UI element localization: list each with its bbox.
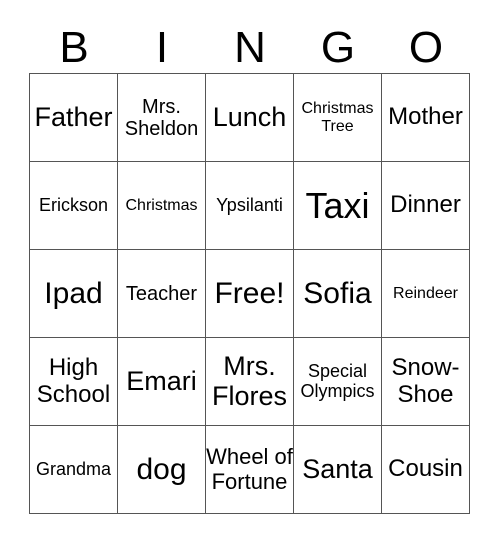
bingo-header: B I N G O: [30, 22, 470, 74]
header-letter-n: N: [234, 23, 266, 72]
bingo-cell[interactable]: Sofia: [293, 249, 382, 338]
bingo-cell[interactable]: Father: [29, 73, 118, 162]
bingo-cell[interactable]: Christmas: [117, 161, 206, 250]
bingo-cell[interactable]: Christmas Tree: [293, 73, 382, 162]
bingo-cell[interactable]: Lunch: [205, 73, 294, 162]
bingo-cell[interactable]: Reindeer: [381, 249, 470, 338]
bingo-cell[interactable]: Mrs. Sheldon: [117, 73, 206, 162]
bingo-cell[interactable]: Santa: [293, 425, 382, 514]
bingo-cell[interactable]: Emari: [117, 337, 206, 426]
bingo-cell[interactable]: Wheel of Fortune: [205, 425, 294, 514]
bingo-cell[interactable]: Mother: [381, 73, 470, 162]
bingo-cell[interactable]: Ypsilanti: [205, 161, 294, 250]
bingo-cell[interactable]: High School: [29, 337, 118, 426]
header-letter-i: I: [155, 23, 169, 72]
grid-row: Father Mrs. Sheldon Lunch Christmas Tree…: [29, 73, 470, 162]
bingo-cell[interactable]: Mrs. Flores: [205, 337, 294, 426]
bingo-cell[interactable]: Taxi: [293, 161, 382, 250]
bingo-cell[interactable]: Grandma: [29, 425, 118, 514]
bingo-cell[interactable]: Snow-Shoe: [381, 337, 470, 426]
bingo-cell[interactable]: Special Olympics: [293, 337, 382, 426]
bingo-cell[interactable]: dog: [117, 425, 206, 514]
grid-row: Grandma dog Wheel of Fortune Santa Cousi…: [29, 425, 470, 514]
free-cell[interactable]: Free!: [205, 249, 294, 338]
bingo-grid: Father Mrs. Sheldon Lunch Christmas Tree…: [29, 73, 470, 514]
bingo-cell[interactable]: Teacher: [117, 249, 206, 338]
bingo-cell[interactable]: Dinner: [381, 161, 470, 250]
bingo-cell[interactable]: Cousin: [381, 425, 470, 514]
header-letter-o: O: [408, 23, 444, 72]
header-letter-b: B: [59, 23, 89, 72]
grid-row: High School Emari Mrs. Flores Special Ol…: [29, 337, 470, 426]
grid-row: Erickson Christmas Ypsilanti Taxi Dinner: [29, 161, 470, 250]
header-letter-g: G: [320, 23, 356, 72]
bingo-cell[interactable]: Erickson: [29, 161, 118, 250]
bingo-cell[interactable]: Ipad: [29, 249, 118, 338]
grid-row: Ipad Teacher Free! Sofia Reindeer: [29, 249, 470, 338]
